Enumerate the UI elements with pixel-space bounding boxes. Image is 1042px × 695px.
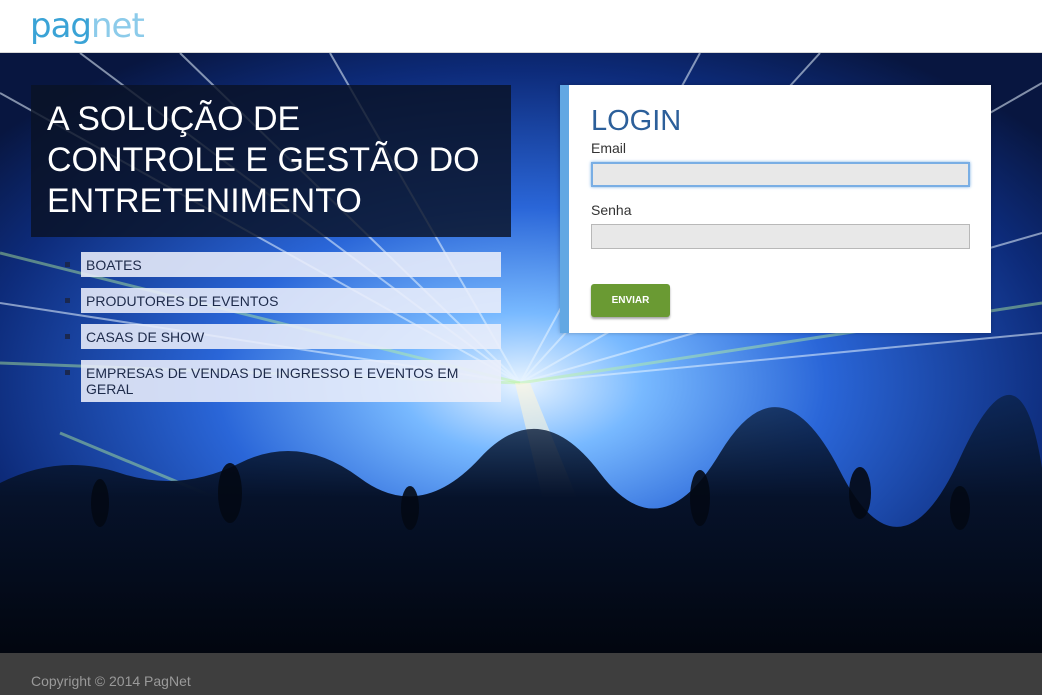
list-item: EMPRESAS DE VENDAS DE INGRESSO E EVENTOS… [62,360,502,402]
pagnet-logo[interactable]: pagnet [30,4,145,48]
submit-button[interactable]: ENVIAR [591,284,670,317]
hero-section: A SOLUÇÃO DE CONTROLE E GESTÃO DO ENTRET… [0,53,1042,653]
headline-box: A SOLUÇÃO DE CONTROLE E GESTÃO DO ENTRET… [31,85,511,237]
bullet-icon [65,334,70,339]
feature-label: BOATES [81,252,501,277]
logo-part-net: net [91,6,145,46]
login-title: LOGIN [591,105,682,137]
bullet-icon [65,370,70,375]
password-label: Senha [591,202,632,218]
list-item: PRODUTORES DE EVENTOS [62,288,502,313]
login-panel: LOGIN Email Senha ENVIAR [560,85,991,333]
copyright-text: Copyright © 2014 PagNet [31,673,191,689]
logo-part-pag: pag [30,6,92,46]
top-header: pagnet [0,0,1042,53]
list-item: BOATES [62,252,502,277]
bullet-icon [65,262,70,267]
email-field[interactable] [591,162,970,187]
list-item: CASAS DE SHOW [62,324,502,349]
feature-list: BOATES PRODUTORES DE EVENTOS CASAS DE SH… [62,252,502,413]
email-label: Email [591,140,627,156]
feature-label: EMPRESAS DE VENDAS DE INGRESSO E EVENTOS… [81,360,501,402]
feature-label: PRODUTORES DE EVENTOS [81,288,501,313]
feature-label: CASAS DE SHOW [81,324,501,349]
page-footer: Copyright © 2014 PagNet [0,653,1042,695]
logo-wordmark: pagnet [30,6,145,46]
password-field[interactable] [591,224,970,249]
bullet-icon [65,298,70,303]
hero-headline: A SOLUÇÃO DE CONTROLE E GESTÃO DO ENTRET… [47,100,480,220]
